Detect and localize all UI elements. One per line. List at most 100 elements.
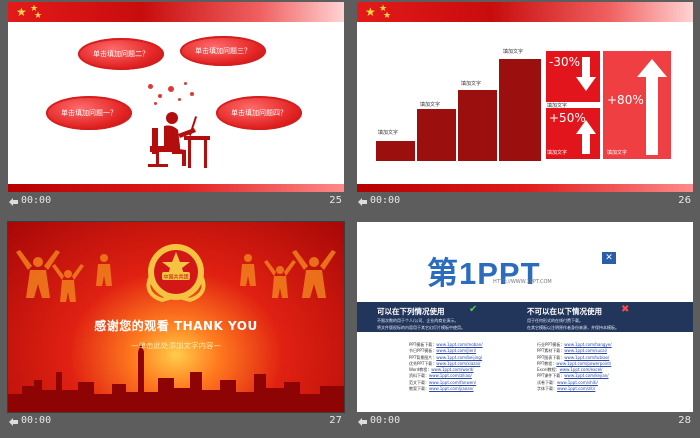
- slide-thumbnail-27[interactable]: 中国共青团 感谢您的观看 THANK YOU —单击此处添加文字内容— 00:0…: [8, 222, 344, 431]
- question-cloud: 单击填加问题一？: [46, 96, 132, 130]
- thank-you-subtitle: —单击此处添加文字内容—: [131, 341, 221, 350]
- cross-icon: ✖: [621, 304, 630, 315]
- step-bar: [458, 90, 497, 161]
- link-url[interactable]: www.1ppt.com/beijing/: [436, 355, 482, 360]
- link-url[interactable]: www.1ppt.com/excel/: [560, 367, 603, 372]
- check-icon: ✔: [469, 304, 478, 315]
- link-label: PPT教程：: [537, 360, 557, 366]
- cannot-use-heading: 不可以在以下情况使用: [527, 307, 602, 316]
- link-label: Excel教程：: [537, 367, 560, 373]
- site-url: HTTP://WWW.1PPT.COM: [493, 279, 552, 285]
- percent-label: 填加文字: [607, 150, 628, 156]
- link-label: PPT课件下载：: [537, 373, 565, 379]
- question-cloud: 单击填加问题四？: [216, 96, 302, 130]
- thought-dot: [178, 98, 181, 101]
- link-url[interactable]: www.1ppt.com/hangye/: [564, 342, 611, 347]
- slide-thumbnail-28[interactable]: 第1PPT HTTP://WWW.1PPT.COM ✕ 可以在下列情况使用 ✔ …: [357, 222, 693, 431]
- bar-label: 填加文字: [461, 81, 482, 87]
- link-url[interactable]: www.1ppt.com/jiaoan/: [429, 386, 474, 391]
- cloud-text: 单击填加问题一？: [61, 109, 117, 117]
- link-label: PPT素材下载：: [537, 348, 565, 354]
- link-label: PPT背景图片：: [409, 354, 437, 360]
- arrow-down-icon: [576, 57, 596, 91]
- link-label: Word教程：: [409, 367, 432, 373]
- link-url[interactable]: www.1ppt.com/moban/: [436, 342, 482, 347]
- slide-preview[interactable]: ★ ★ ★ 单击填加问题二？ 单击填加问题三？ 单击填加问题一？ 单击填加问题四…: [8, 2, 344, 192]
- can-use-line: 将文件版权标的内容用于其它幻灯片模板中使用。: [377, 325, 465, 330]
- slide-number: 27: [329, 415, 342, 426]
- slide-preview[interactable]: 中国共青团 感谢您的观看 THANK YOU —单击此处添加文字内容—: [8, 222, 344, 412]
- link-url[interactable]: www.1ppt.com/tubiao/: [564, 355, 609, 360]
- slide-thumbnail-25[interactable]: ★ ★ ★ 单击填加问题二？ 单击填加问题三？ 单击填加问题一？ 单击填加问题四…: [8, 2, 344, 211]
- arrow-up-icon: [576, 120, 596, 154]
- link-url[interactable]: www.1ppt.com/sucai/: [564, 348, 607, 353]
- cloud-text: 单击填加问题二？: [93, 50, 149, 58]
- link-label: 教案下载：: [409, 386, 429, 392]
- thought-dot: [148, 84, 153, 89]
- site-logo: 第1PPT: [427, 256, 541, 291]
- thought-dot: [190, 92, 194, 96]
- star-icon: ★: [16, 5, 27, 19]
- thought-dot: [154, 102, 157, 105]
- link-label: 节日PPT模板：: [409, 348, 437, 354]
- slide-meta: 00:00 25: [8, 195, 344, 209]
- question-cloud: 单击填加问题三？: [180, 36, 266, 66]
- cloud-text: 单击填加问题三？: [195, 47, 251, 55]
- transition-icon[interactable]: [357, 196, 368, 207]
- link-url[interactable]: www.1ppt.com/word/: [431, 367, 473, 372]
- slide-number: 25: [329, 195, 342, 206]
- slide-number: 26: [678, 195, 691, 206]
- star-icon: ★: [383, 11, 392, 21]
- slide-preview[interactable]: ★ ★ ★ 填加文字 填加文字 填加文字 填加文字 -30% 填加文字 +50%…: [357, 2, 693, 192]
- question-cloud: 单击填加问题二？: [78, 38, 164, 70]
- slide-duration: 00:00: [370, 415, 401, 426]
- cloud-text: 单击填加问题四？: [231, 109, 287, 117]
- link-url[interactable]: www.1ppt.com/xiazai/: [436, 361, 480, 366]
- svg-text:中国共青团: 中国共青团: [163, 274, 188, 281]
- thought-dot: [184, 82, 187, 85]
- thinking-person-icon: [148, 112, 210, 168]
- link-url[interactable]: www.1ppt.com/ziti/: [557, 386, 595, 391]
- star-icon: ★: [34, 11, 43, 21]
- percent-label: 填加文字: [547, 150, 568, 156]
- can-use-line: 不限次数的用于个人/公司、企业的商业演示。: [377, 318, 459, 323]
- slide-thumbnail-26[interactable]: ★ ★ ★ 填加文字 填加文字 填加文字 填加文字 -30% 填加文字 +50%…: [357, 2, 693, 211]
- star-icon: ★: [365, 5, 376, 19]
- bar-label: 填加文字: [420, 102, 441, 108]
- link-url[interactable]: www.1ppt.com/kejian/: [564, 373, 608, 378]
- link-url[interactable]: www.1ppt.com/fanwen/: [429, 380, 476, 385]
- link-label: 试卷下载：: [537, 379, 557, 385]
- link-url[interactable]: www.1ppt.com/shiti/: [557, 380, 598, 385]
- slide-duration: 00:00: [21, 415, 52, 426]
- link-label: 优秀PPT下载：: [409, 360, 437, 366]
- slide-meta: 00:00 28: [357, 415, 693, 429]
- left-link-list: PPT模板下载：www.1ppt.com/moban/ 节日PPT模板：www.…: [409, 342, 483, 392]
- thought-dot: [158, 94, 162, 98]
- close-icon: ✕: [602, 252, 616, 264]
- cannot-use-line: 用于任何形式的在线付费下载。: [527, 318, 583, 323]
- footer-strip: [8, 184, 344, 192]
- increase-card-large: +80%: [603, 51, 671, 159]
- link-label: PPT模板下载：: [409, 342, 437, 347]
- slide-preview[interactable]: 第1PPT HTTP://WWW.1PPT.COM ✕ 可以在下列情况使用 ✔ …: [357, 222, 693, 412]
- can-use-heading: 可以在下列情况使用: [377, 307, 445, 316]
- link-label: 字体下载：: [537, 386, 557, 392]
- red-flag-banner: [8, 2, 344, 22]
- transition-icon[interactable]: [357, 416, 368, 427]
- transition-icon[interactable]: [8, 196, 19, 207]
- decrease-card: -30%: [546, 51, 600, 102]
- link-url[interactable]: www.1ppt.com/jieri/: [436, 348, 476, 353]
- bar-label: 填加文字: [503, 49, 524, 55]
- slide-duration: 00:00: [21, 195, 52, 206]
- youth-league-emblem-icon: 中国共青团: [146, 244, 206, 303]
- link-label: 范文下载：: [409, 379, 429, 385]
- transition-icon[interactable]: [8, 416, 19, 427]
- link-label: 资料下载：: [409, 373, 429, 379]
- thought-dot: [168, 86, 174, 92]
- link-url[interactable]: www.1ppt.com/powerpoint/: [556, 361, 611, 366]
- step-bar: [499, 59, 541, 161]
- right-link-list: 行业PPT模板：www.1ppt.com/hangye/ PPT素材下载：www…: [537, 342, 612, 392]
- link-url[interactable]: www.1ppt.com/ziliao/: [429, 373, 472, 378]
- footer-strip: [357, 184, 693, 192]
- link-label: PPT图表下载：: [537, 354, 565, 360]
